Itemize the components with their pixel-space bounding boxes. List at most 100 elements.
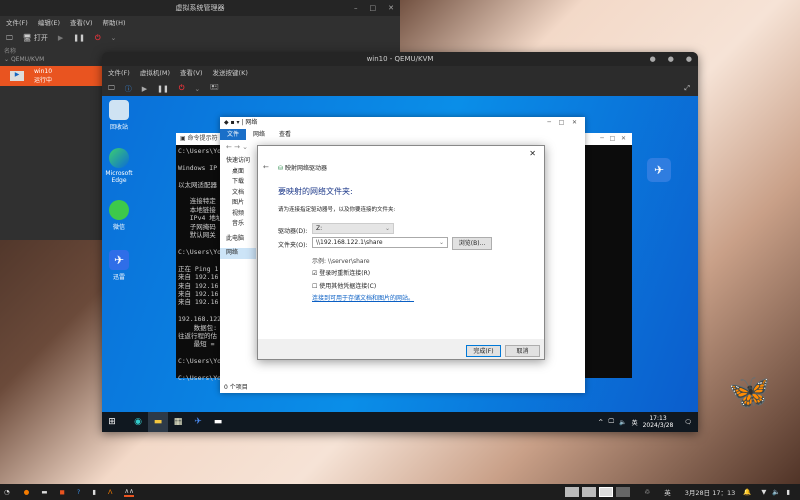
workspace-2[interactable] (582, 487, 597, 497)
new-vm-icon[interactable]: 🖵 (6, 34, 13, 43)
notification-icon[interactable]: 🗨 (684, 419, 692, 426)
ribbon-tab-view[interactable]: 查看 (272, 129, 298, 140)
menu-file[interactable]: 文件(F) (108, 66, 130, 81)
nav-documents[interactable]: 文档 (220, 188, 256, 199)
fullscreen-icon[interactable]: ⤢ (684, 84, 690, 93)
folder-input[interactable]: \\192.168.122.1\share ⌄ (312, 237, 448, 248)
virt-manager-icon[interactable]: ∧∧ (124, 487, 134, 497)
folder-value: \\192.168.122.1\share (316, 239, 383, 246)
reconnect-checkbox[interactable]: ☑ 登录时重新连接(R) (312, 268, 370, 277)
menu-help[interactable]: 帮助(H) (103, 16, 126, 30)
bell-icon[interactable]: 🔔 (743, 488, 751, 496)
workspace-1[interactable] (565, 487, 580, 497)
close-button[interactable]: ● (686, 52, 692, 66)
accessibility-icon[interactable]: ♲ (644, 488, 650, 496)
snapshot-icon[interactable]: 🖭 (210, 83, 218, 94)
host-taskbar: ◔ ● ▬ ◼ ? ▮ Λ ∧∧ ♲ 英 3月28日 17：13 🔔 ▼ 🔈 ▮ (0, 484, 800, 500)
workspace-4[interactable] (616, 487, 631, 497)
workspace-switcher[interactable] (565, 487, 631, 497)
apps-icon[interactable]: ◔ (4, 488, 10, 496)
host-clock[interactable]: 3月28日 17：13 (685, 487, 736, 497)
chevron-down-icon[interactable]: ⌄ (194, 85, 200, 93)
close-icon[interactable]: ✕ (529, 149, 536, 158)
app-a-icon[interactable]: Λ (108, 488, 112, 496)
volume-icon[interactable]: 🔈 (772, 488, 780, 496)
menu-vm[interactable]: 虚拟机(M) (140, 66, 170, 81)
taskbar-store-icon[interactable]: ▦ (168, 412, 188, 432)
website-link[interactable]: 连接到可用于存储文档和图片的网站。 (312, 293, 414, 302)
desktop-icon-xunlei[interactable]: ✈ 迅雷 (102, 250, 136, 281)
menu-sendkey[interactable]: 发送按键(K) (213, 66, 248, 81)
back-icon[interactable]: ← (263, 163, 269, 171)
nav-this-pc[interactable]: 此电脑 (220, 234, 256, 245)
menu-file[interactable]: 文件(F) (6, 16, 28, 30)
cancel-button[interactable]: 取消 (505, 345, 540, 357)
network-drive-icon: ⛁ (278, 165, 285, 172)
workspace-3[interactable] (599, 487, 614, 497)
taskbar-edge-icon[interactable]: ◉ (128, 412, 148, 432)
qemu-console-window: win10 - QEMU/KVM ● ● ● 文件(F) 虚拟机(M) 查看(V) … (102, 52, 698, 432)
menu-view[interactable]: 查看(V) (180, 66, 203, 81)
volume-icon[interactable]: 🔈 (619, 419, 626, 426)
network-icon[interactable]: 🖵 (608, 418, 614, 426)
battery-icon[interactable]: ▮ (786, 488, 790, 496)
nav-videos[interactable]: 视频 (220, 209, 256, 220)
vm-status: 运行中 (34, 77, 53, 84)
pause-icon[interactable]: ❚❚ (157, 85, 169, 93)
pause-icon[interactable]: ❚❚ (73, 34, 85, 42)
desktop-icon-edge[interactable]: Microsoft Edge (102, 148, 136, 184)
other-credentials-checkbox[interactable]: ☐ 使用其他凭据连接(C) (312, 281, 376, 290)
tray-chevron-icon[interactable]: ^ (598, 419, 603, 426)
close-button[interactable]: ✕ (388, 0, 394, 16)
ribbon-tab-network[interactable]: 网络 (246, 129, 272, 140)
wifi-icon[interactable]: ▼ (761, 488, 766, 496)
start-button[interactable]: ⊞ (102, 412, 122, 432)
ime-indicator[interactable]: 英 (632, 418, 638, 427)
host-ime[interactable]: 英 (664, 487, 671, 497)
example-text: 示例: \\server\share (312, 258, 370, 265)
dialog-title: 映射网络驱动器 (284, 165, 327, 172)
help-icon[interactable]: ? (77, 488, 80, 496)
nav-pictures[interactable]: 图片 (220, 198, 256, 209)
open-button[interactable]: 🖥 打开 (23, 33, 48, 43)
vm-monitor-icon: ▶ (10, 71, 24, 81)
desktop-icon-wechat[interactable]: 微信 (102, 200, 136, 231)
nav-quick-access[interactable]: 快速访问 (220, 156, 256, 167)
chevron-down-icon[interactable]: ⌄ (111, 34, 117, 42)
desktop-icon-recycle-bin[interactable]: 回收站 (102, 100, 136, 131)
taskbar-bird-icon[interactable]: ✈ (188, 412, 208, 432)
menu-view[interactable]: 查看(V) (70, 16, 93, 30)
console-icon[interactable]: 🖵 (108, 84, 115, 93)
taskbar-cmd-icon[interactable]: ▬ (208, 412, 228, 432)
run-icon[interactable]: ▶ (58, 34, 63, 42)
explorer-status: 0 个项目 (224, 384, 248, 391)
files-icon[interactable]: ▬ (41, 488, 47, 496)
power-icon[interactable]: ⏻ (179, 84, 185, 93)
maximize-button[interactable]: □ (370, 0, 377, 16)
nav-network[interactable]: 网络 (220, 248, 256, 259)
explorer-ribbon: 文件 网络 查看 (220, 129, 585, 140)
nav-music[interactable]: 音乐 (220, 219, 256, 230)
nav-desktop[interactable]: 桌面 (220, 167, 256, 178)
ribbon-tab-file[interactable]: 文件 (220, 129, 247, 140)
software-icon[interactable]: ◼ (60, 488, 65, 496)
open-label: 打开 (33, 34, 48, 42)
minimize-button[interactable]: ● (650, 52, 656, 66)
info-icon[interactable]: ⓘ (125, 84, 132, 94)
bird-widget-icon[interactable]: ✈ (647, 158, 671, 182)
power-icon[interactable]: ⏻ (95, 34, 101, 43)
maximize-button[interactable]: ● (668, 52, 674, 66)
minimize-button[interactable]: – (354, 0, 358, 16)
finish-button[interactable]: 完成(F) (466, 345, 501, 357)
guest-clock[interactable]: 17:13 2024/3/28 (643, 415, 674, 429)
browse-button[interactable]: 浏览(B)... (452, 237, 492, 250)
run-icon[interactable]: ▶ (142, 85, 147, 93)
terminal-icon[interactable]: ▮ (92, 488, 96, 496)
other-credentials-label: 使用其他凭据连接(C) (319, 283, 377, 290)
guest-desktop: 回收站 Microsoft Edge 微信 ✈ 迅雷 ✈ ▣ 命令提示符 ─ □ ✕… (102, 96, 698, 432)
nav-downloads[interactable]: 下载 (220, 177, 256, 188)
menu-edit[interactable]: 编辑(E) (38, 16, 60, 30)
drive-select[interactable]: Z: ⌄ (312, 223, 394, 234)
taskbar-explorer-icon[interactable]: ▬ (148, 412, 168, 432)
firefox-icon[interactable]: ● (24, 488, 30, 496)
